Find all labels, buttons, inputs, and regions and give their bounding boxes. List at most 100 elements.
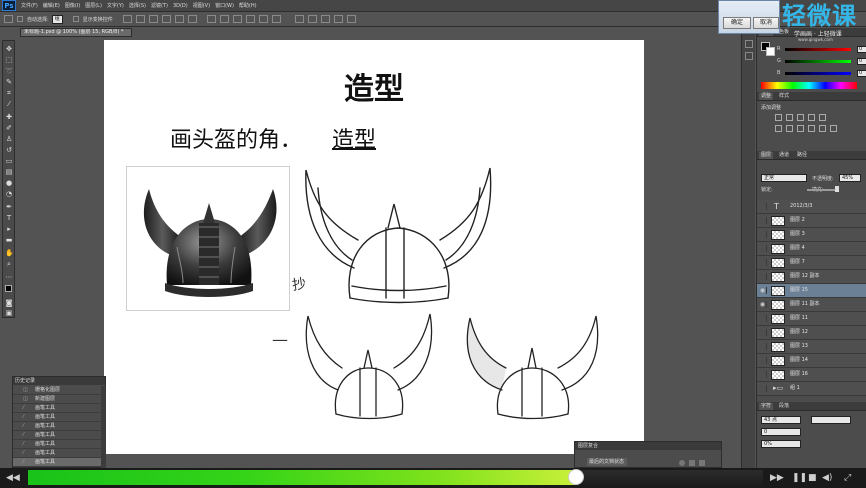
history-item[interactable]: ◫ 新建图层 bbox=[13, 395, 101, 404]
menu-select[interactable]: 选择(S) bbox=[129, 2, 146, 9]
gradient-tool-icon[interactable]: ▤ bbox=[5, 168, 13, 176]
history-item[interactable]: ⁄ 画笔工具 bbox=[13, 440, 101, 449]
visibility-eye-icon[interactable] bbox=[759, 329, 767, 336]
visibility-eye-icon[interactable] bbox=[759, 385, 767, 392]
hue-saturation-icon[interactable] bbox=[775, 125, 782, 132]
healing-tool-icon[interactable]: ✚ bbox=[5, 113, 13, 121]
layer-row-selected[interactable]: ◉ 图层 15 bbox=[757, 284, 866, 298]
opacity-slider-knob[interactable] bbox=[835, 186, 839, 192]
trash-icon[interactable] bbox=[699, 460, 705, 466]
layer-row[interactable]: 图层 12 副本 bbox=[757, 270, 866, 284]
menu-file[interactable]: 文件(F) bbox=[21, 2, 38, 9]
levels-icon[interactable] bbox=[786, 114, 793, 121]
auto-select-dropdown[interactable]: 组 bbox=[51, 14, 63, 24]
color-balance-icon[interactable] bbox=[786, 125, 793, 132]
layer-row[interactable]: 图层 11 bbox=[757, 312, 866, 326]
move-tool-icon[interactable]: ✥ bbox=[5, 45, 13, 53]
vertical-scale-field[interactable]: 0% bbox=[761, 440, 801, 448]
layer-row[interactable]: T 2012/3/3 bbox=[757, 200, 866, 214]
visibility-eye-icon[interactable] bbox=[759, 273, 767, 280]
eraser-tool-icon[interactable]: ▭ bbox=[5, 157, 13, 165]
layer-row[interactable]: 图层 14 bbox=[757, 354, 866, 368]
green-slider-track[interactable] bbox=[785, 60, 851, 63]
visibility-eye-icon[interactable] bbox=[759, 315, 767, 322]
visibility-eye-icon[interactable] bbox=[759, 217, 767, 224]
foreground-color-swatch[interactable] bbox=[5, 285, 12, 292]
3d-mode-icon[interactable] bbox=[294, 15, 304, 23]
layer-row[interactable]: 图层 4 bbox=[757, 242, 866, 256]
photo-filter-icon[interactable] bbox=[808, 125, 815, 132]
visibility-eye-icon[interactable]: ◉ bbox=[759, 301, 767, 308]
stamp-tool-icon[interactable]: ♙ bbox=[5, 135, 13, 143]
brightness-icon[interactable] bbox=[775, 114, 782, 121]
history-item[interactable]: ⁄ 画笔工具 bbox=[13, 422, 101, 431]
history-dock-icon[interactable] bbox=[745, 40, 753, 48]
opacity-field[interactable]: 45% bbox=[839, 174, 861, 182]
layer-row[interactable]: ◉ 图层 11 副本 bbox=[757, 298, 866, 312]
visibility-eye-icon[interactable] bbox=[759, 259, 767, 266]
menu-3d[interactable]: 3D(D) bbox=[173, 3, 188, 9]
progress-knob[interactable] bbox=[567, 469, 584, 485]
tab-channels[interactable]: 通道 bbox=[777, 152, 791, 159]
menu-layer[interactable]: 图层(L) bbox=[85, 2, 102, 9]
history-item-selected[interactable]: ⁄ 画笔工具 bbox=[13, 458, 101, 467]
distribute-top-icon[interactable] bbox=[206, 15, 216, 23]
menu-filter[interactable]: 滤镜(T) bbox=[151, 2, 168, 9]
document-canvas[interactable]: 造型 画头盔的角． 造型 抄 — bbox=[104, 40, 644, 454]
distribute-bottom-icon[interactable] bbox=[232, 15, 242, 23]
distribute-middle-icon[interactable] bbox=[219, 15, 229, 23]
green-value-field[interactable]: 0 bbox=[857, 58, 866, 65]
stop-icon[interactable]: ■ bbox=[808, 473, 817, 483]
shape-tool-icon[interactable]: ▬ bbox=[5, 236, 13, 244]
color-spectrum-ramp[interactable] bbox=[761, 82, 857, 89]
3d-slide-icon[interactable] bbox=[346, 15, 356, 23]
type-tool-icon[interactable]: T bbox=[5, 214, 13, 222]
menu-image[interactable]: 图像(I) bbox=[65, 2, 80, 9]
red-value-field[interactable]: 0 bbox=[857, 46, 866, 53]
dodge-tool-icon[interactable]: ◔ bbox=[5, 190, 13, 198]
menu-help[interactable]: 帮助(H) bbox=[239, 2, 257, 9]
layer-row[interactable]: 图层 7 bbox=[757, 256, 866, 270]
tab-styles[interactable]: 样式 bbox=[777, 93, 791, 100]
visibility-eye-icon[interactable] bbox=[759, 231, 767, 238]
distribute-center-icon[interactable] bbox=[258, 15, 268, 23]
dialog-ok-button[interactable]: 确定 bbox=[723, 17, 751, 29]
path-select-tool-icon[interactable]: ▸ bbox=[5, 225, 13, 233]
history-item[interactable]: ⁄ 画笔工具 bbox=[13, 413, 101, 422]
history-scrollbar[interactable] bbox=[101, 386, 106, 468]
3d-roll-icon[interactable] bbox=[320, 15, 330, 23]
exposure-icon[interactable] bbox=[808, 114, 815, 121]
color-lookup-icon[interactable] bbox=[830, 125, 837, 132]
history-brush-tool-icon[interactable]: ↺ bbox=[5, 146, 13, 154]
3d-rotate-icon[interactable] bbox=[307, 15, 317, 23]
move-tool-icon[interactable] bbox=[4, 15, 13, 23]
distribute-left-icon[interactable] bbox=[245, 15, 255, 23]
new-comp-icon[interactable] bbox=[689, 460, 695, 466]
play-pause-icon[interactable]: ❚❚ bbox=[792, 473, 807, 483]
align-bottom-icon[interactable] bbox=[148, 15, 158, 23]
pen-tool-icon[interactable]: ✒ bbox=[5, 203, 13, 211]
hand-tool-icon[interactable]: ✋ bbox=[5, 249, 14, 257]
actions-dock-icon[interactable] bbox=[745, 52, 753, 60]
history-item[interactable]: ⁄ 画笔工具 bbox=[13, 431, 101, 440]
tab-adjustments[interactable]: 调整 bbox=[759, 93, 774, 100]
eyedropper-tool-icon[interactable]: ⁄ bbox=[5, 100, 13, 108]
document-tab[interactable]: 未标题-1.psd @ 100% (图层 15, RGB/8) * bbox=[20, 28, 132, 37]
align-right-icon[interactable] bbox=[187, 15, 197, 23]
black-white-icon[interactable] bbox=[797, 125, 804, 132]
tracking-field[interactable]: 0 bbox=[761, 428, 801, 436]
blue-value-field[interactable]: 0 bbox=[857, 70, 866, 77]
tab-character[interactable]: 字符 bbox=[759, 403, 774, 410]
leading-field[interactable] bbox=[811, 416, 851, 424]
history-item[interactable]: ⁄ 画笔工具 bbox=[13, 449, 101, 458]
quick-mask-icon[interactable]: ◙ bbox=[5, 299, 13, 307]
visibility-eye-icon[interactable] bbox=[759, 357, 767, 364]
channel-mixer-icon[interactable] bbox=[819, 125, 826, 132]
lasso-tool-icon[interactable]: ➰ bbox=[5, 67, 14, 75]
distribute-right-icon[interactable] bbox=[271, 15, 281, 23]
background-color-chip[interactable] bbox=[766, 47, 775, 56]
crop-tool-icon[interactable]: ⌗ bbox=[5, 89, 13, 97]
screen-mode-icon[interactable]: ▣ bbox=[5, 309, 13, 317]
align-top-icon[interactable] bbox=[122, 15, 132, 23]
blend-mode-dropdown[interactable]: 正常 bbox=[761, 174, 807, 182]
